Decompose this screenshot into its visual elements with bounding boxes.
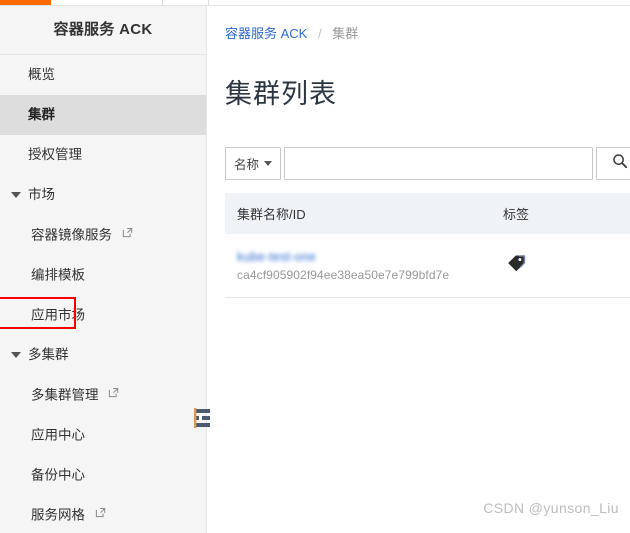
- sidebar-item-label: 应用市场: [31, 307, 85, 323]
- sidebar-item-backup-center[interactable]: 备份中心: [0, 455, 206, 495]
- sidebar-item-label: 服务网格: [31, 507, 85, 523]
- table-column-header-name: 集群名称/ID: [237, 207, 306, 222]
- sidebar-item-label: 应用中心: [31, 427, 85, 443]
- sidebar-group-marketplace[interactable]: 市场: [0, 175, 206, 215]
- chevron-down-icon: [264, 161, 272, 166]
- table-header-row: 集群名称/ID 标签: [225, 193, 630, 234]
- breadcrumb-separator: /: [317, 26, 322, 41]
- cluster-name-link[interactable]: kube-test-one: [237, 250, 316, 264]
- sidebar-item-orchestration-templates[interactable]: 编排模板: [0, 255, 206, 295]
- table-column-header-tag: 标签: [503, 207, 530, 222]
- sidebar-item-app-center[interactable]: 应用中心: [0, 415, 206, 455]
- sidebar-item-container-registry[interactable]: 容器镜像服务: [0, 215, 206, 255]
- table-cell-cluster-name: kube-test-one ca4cf905902f94ee38ea50e7e7…: [225, 250, 503, 282]
- top-separator-left: [162, 0, 163, 5]
- sidebar-group-label: 多集群: [28, 347, 69, 362]
- watermark-text: CSDN @yunson_Liu: [483, 500, 619, 516]
- top-accent-bar: [0, 0, 51, 5]
- search-button[interactable]: [596, 147, 630, 180]
- sidebar-item-label: 概览: [28, 67, 55, 82]
- table-cell-tag: [503, 254, 630, 278]
- sidebar-nav: 概览 集群 授权管理 市场 容器镜像服务 编排模板 应用市场 多集群 多集群管理…: [0, 55, 206, 533]
- breadcrumb-root-link[interactable]: 容器服务 ACK: [225, 26, 307, 41]
- sidebar-group-label: 市场: [28, 187, 55, 202]
- sidebar-item-label: 容器镜像服务: [31, 227, 112, 243]
- sidebar-collapse-handle-icon[interactable]: [194, 406, 212, 432]
- sidebar-item-label: 授权管理: [28, 147, 82, 162]
- sidebar-title: 容器服务 ACK: [53, 21, 153, 38]
- chevron-down-icon: [11, 352, 21, 358]
- search-input[interactable]: [284, 147, 593, 180]
- breadcrumb: 容器服务 ACK / 集群: [225, 23, 358, 42]
- search-filter-select[interactable]: 名称: [225, 147, 281, 180]
- top-divider: [0, 5, 630, 6]
- sidebar-item-label: 编排模板: [31, 267, 85, 283]
- cluster-id-text: ca4cf905902f94ee38ea50e7e799bfd7e: [237, 267, 450, 282]
- sidebar-item-label: 集群: [28, 107, 55, 122]
- external-link-icon: [122, 214, 133, 254]
- top-separator-right: [208, 0, 209, 5]
- sidebar-item-clusters[interactable]: 集群: [0, 95, 206, 135]
- tag-icon[interactable]: [507, 254, 526, 278]
- sidebar-item-label: 备份中心: [31, 467, 85, 483]
- page-title: 集群列表: [225, 79, 337, 109]
- sidebar-item-multi-cluster-management[interactable]: 多集群管理: [0, 375, 206, 415]
- sidebar-item-label: 多集群管理: [31, 387, 99, 403]
- cluster-table: 集群名称/ID 标签 kube-test-one ca4cf905902f94e…: [225, 193, 630, 298]
- search-icon: [612, 153, 628, 174]
- sidebar-group-multi-cluster[interactable]: 多集群: [0, 335, 206, 375]
- external-link-icon: [95, 494, 106, 533]
- main-content: 容器服务 ACK / 集群 集群列表 名称 集群名称/ID 标签 kube-te…: [208, 6, 630, 533]
- sidebar-item-app-marketplace[interactable]: 应用市场: [0, 295, 206, 335]
- sidebar-item-service-mesh[interactable]: 服务网格: [0, 495, 206, 533]
- table-row[interactable]: kube-test-one ca4cf905902f94ee38ea50e7e7…: [225, 234, 630, 298]
- app-window: 容器服务 ACK 概览 集群 授权管理 市场 容器镜像服务 编排模板 应用市场 …: [0, 0, 630, 533]
- sidebar-item-authorization[interactable]: 授权管理: [0, 135, 206, 175]
- sidebar-item-overview[interactable]: 概览: [0, 55, 206, 95]
- sidebar: 容器服务 ACK 概览 集群 授权管理 市场 容器镜像服务 编排模板 应用市场 …: [0, 6, 207, 533]
- search-bar: 名称: [225, 147, 630, 180]
- breadcrumb-current: 集群: [332, 26, 359, 41]
- external-link-icon: [108, 374, 119, 414]
- search-filter-label: 名称: [233, 158, 259, 172]
- chevron-down-icon: [11, 192, 21, 198]
